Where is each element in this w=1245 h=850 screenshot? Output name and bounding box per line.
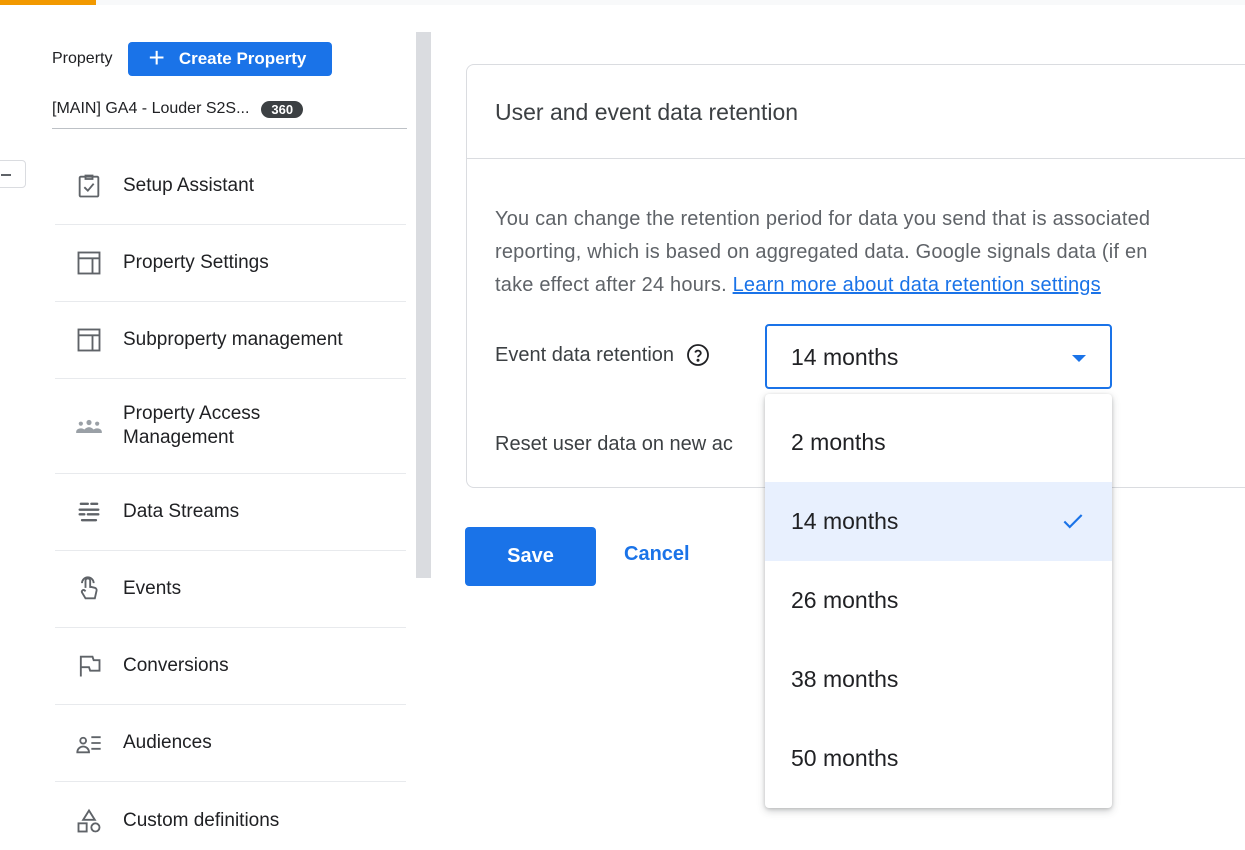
menu-option-38-months[interactable]: 38 months xyxy=(765,640,1112,719)
clipboard-check-icon xyxy=(55,172,123,200)
option-label: 2 months xyxy=(791,429,886,455)
description-line: You can change the retention period for … xyxy=(495,208,1151,230)
card-title: User and event data retention xyxy=(495,99,799,125)
sidebar-item-property-settings[interactable]: Property Settings xyxy=(55,225,406,302)
option-label: 14 months xyxy=(791,508,899,534)
check-icon xyxy=(1063,514,1083,529)
option-label: 26 months xyxy=(791,587,899,613)
people-icon xyxy=(55,412,123,440)
sidebar-item-custom-definitions[interactable]: Custom definitions xyxy=(55,782,406,850)
create-property-label: Create Property xyxy=(178,49,307,68)
touch-icon xyxy=(55,575,123,603)
sidebar-item-events[interactable]: Events xyxy=(55,551,406,628)
sidebar-item-conversions[interactable]: Conversions xyxy=(55,628,406,705)
audiences-icon xyxy=(55,729,123,757)
sidebar-item-label: Conversions xyxy=(123,655,229,676)
top-bar xyxy=(96,0,1245,5)
property-label: Property xyxy=(52,50,113,67)
active-tab-indicator xyxy=(0,0,96,5)
event-retention-select[interactable]: 14 months xyxy=(765,324,1112,389)
retention-options-menu: 2 months 14 months 26 months 38 months 5… xyxy=(765,394,1112,808)
option-label: 38 months xyxy=(791,666,899,692)
sidebar-item-data-streams[interactable]: Data Streams xyxy=(55,474,406,551)
menu-option-50-months[interactable]: 50 months xyxy=(765,719,1112,798)
property-name: [MAIN] GA4 - Louder S2S... xyxy=(52,100,250,117)
sidebar-nav: Setup Assistant Property Settings Subpro… xyxy=(55,148,406,850)
learn-more-link[interactable]: Learn more about data retention settings xyxy=(733,274,1101,296)
help-icon[interactable] xyxy=(686,343,710,367)
divider xyxy=(52,128,407,129)
description-line: take effect after 24 hours. Learn more a… xyxy=(495,269,1245,302)
layout-icon xyxy=(55,326,123,354)
cancel-button[interactable]: Cancel xyxy=(624,543,690,566)
dropdown-arrow-icon xyxy=(1072,355,1086,362)
description-line: reporting, which is based on aggregated … xyxy=(495,241,1148,263)
property-selector[interactable]: [MAIN] GA4 - Louder S2S... 360 xyxy=(52,100,304,118)
sidebar-item-label: Subproperty management xyxy=(123,329,343,350)
sidebar-item-label: Events xyxy=(123,578,182,599)
description-text: take effect after 24 hours. xyxy=(495,274,733,296)
layout-icon xyxy=(55,249,123,277)
sidebar-item-label: Audiences xyxy=(123,732,212,753)
plus-icon: + xyxy=(148,42,165,73)
create-property-button[interactable]: + Create Property xyxy=(128,42,333,76)
property-360-badge: 360 xyxy=(261,100,304,118)
reset-user-data-label: Reset user data on new ac xyxy=(495,433,733,455)
sidebar-item-label: Setup Assistant xyxy=(123,175,254,196)
divider xyxy=(467,158,1245,159)
save-button[interactable]: Save xyxy=(465,527,596,586)
collapse-sidebar-button[interactable] xyxy=(0,160,26,188)
menu-option-2-months[interactable]: 2 months xyxy=(765,403,1112,482)
property-header: Property + Create Property xyxy=(52,42,333,76)
event-retention-label: Event data retention xyxy=(495,343,675,366)
option-label: 50 months xyxy=(791,745,899,771)
sidebar-item-label: Data Streams xyxy=(123,501,240,522)
sidebar-item-label: Property Settings xyxy=(123,252,269,273)
sidebar-item-label: Property Access Management xyxy=(123,403,261,448)
sidebar-item-property-access-management[interactable]: Property Access Management xyxy=(55,379,406,474)
event-retention-row: Event data retention xyxy=(495,343,710,367)
app-root: Property + Create Property [MAIN] GA4 - … xyxy=(0,0,1245,850)
sidebar-item-setup-assistant[interactable]: Setup Assistant xyxy=(55,148,406,225)
sidebar-item-label: Custom definitions xyxy=(123,809,280,831)
shapes-icon xyxy=(55,807,123,835)
menu-option-26-months[interactable]: 26 months xyxy=(765,561,1112,640)
minus-icon xyxy=(1,174,11,176)
sidebar-item-audiences[interactable]: Audiences xyxy=(55,705,406,782)
sidebar-scrollbar[interactable] xyxy=(416,32,431,578)
select-value: 14 months xyxy=(791,344,899,370)
retention-description: You can change the retention period for … xyxy=(495,203,1245,302)
sidebar-item-subproperty-management[interactable]: Subproperty management xyxy=(55,302,406,379)
flag-icon xyxy=(55,652,123,680)
menu-option-14-months[interactable]: 14 months xyxy=(765,482,1112,561)
data-streams-icon xyxy=(55,498,123,526)
